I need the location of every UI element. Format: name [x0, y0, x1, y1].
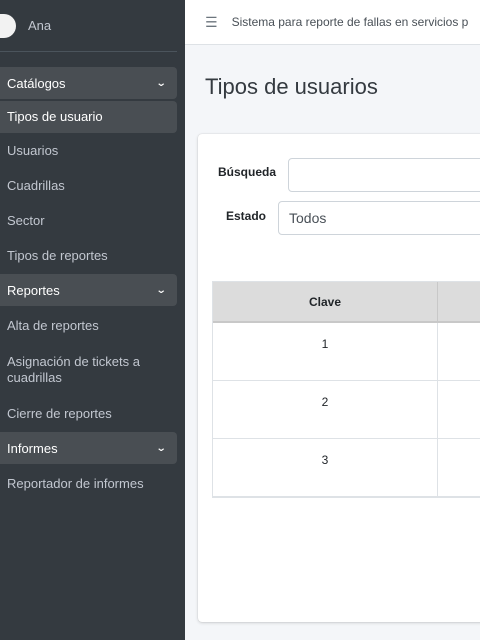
sidebar-item-cuadrillas[interactable]: Cuadrillas [0, 168, 185, 203]
sidebar-section-label: Catálogos [7, 75, 66, 91]
sidebar-item-reportador-de-informes[interactable]: Reportador de informes [0, 466, 185, 501]
search-label: Búsqueda [218, 165, 277, 179]
sidebar-item-sector[interactable]: Sector [0, 203, 185, 238]
chevron-down-icon: ⌄ [155, 442, 167, 454]
sidebar-item-tipos-de-usuario[interactable]: Tipos de usuario [0, 101, 177, 133]
table-cell-clave: 2 [213, 381, 438, 438]
app-title: Sistema para reporte de fallas en servic… [231, 15, 469, 29]
user-avatar[interactable] [0, 13, 16, 38]
table-row[interactable]: 1 [213, 323, 480, 381]
page-title: Tipos de usuarios [205, 74, 378, 99]
table-header: Clave [213, 282, 480, 323]
top-navbar: ☰ Sistema para reporte de fallas en serv… [185, 0, 480, 45]
sidebar-section-catalogos[interactable]: Catálogos ⌄ [0, 67, 177, 99]
sidebar-section-reportes[interactable]: Reportes ⌄ [0, 274, 177, 306]
sidebar-nav: Catálogos ⌄ Tipos de usuario Usuarios Cu… [0, 52, 185, 501]
hamburger-icon[interactable]: ☰ [205, 14, 218, 31]
table-cell [438, 439, 480, 496]
sidebar-section-label: Reportes [7, 282, 60, 298]
user-panel[interactable]: Ana [0, 0, 177, 52]
search-input[interactable] [288, 158, 480, 192]
table-row[interactable]: 2 [213, 381, 480, 439]
user-name[interactable]: Ana [28, 18, 51, 33]
sidebar-item-alta-de-reportes[interactable]: Alta de reportes [0, 308, 185, 343]
sidebar-section-label: Informes [7, 440, 58, 456]
column-header[interactable] [438, 282, 480, 321]
data-table: Clave 1 2 3 [212, 281, 480, 498]
estado-select[interactable]: Todos [278, 201, 480, 235]
sidebar-item-cierre-de-reportes[interactable]: Cierre de reportes [0, 396, 185, 431]
table-cell [438, 381, 480, 438]
column-header-clave[interactable]: Clave [213, 282, 438, 321]
table-cell [438, 323, 480, 380]
table-cell-clave: 3 [213, 439, 438, 496]
sidebar-item-usuarios[interactable]: Usuarios [0, 133, 185, 168]
estado-label: Estado [226, 209, 267, 223]
chevron-down-icon: ⌄ [155, 77, 167, 89]
table-cell-clave: 1 [213, 323, 438, 380]
sidebar-item-asignacion-de-tickets[interactable]: Asignación de tickets a cuadrillas [0, 343, 185, 396]
sidebar-item-tipos-de-reportes[interactable]: Tipos de reportes [0, 238, 185, 273]
sidebar: Ana Catálogos ⌄ Tipos de usuario Usuario… [0, 0, 185, 640]
table-row[interactable]: 3 [213, 439, 480, 497]
sidebar-section-informes[interactable]: Informes ⌄ [0, 432, 177, 464]
chevron-down-icon: ⌄ [155, 284, 167, 296]
